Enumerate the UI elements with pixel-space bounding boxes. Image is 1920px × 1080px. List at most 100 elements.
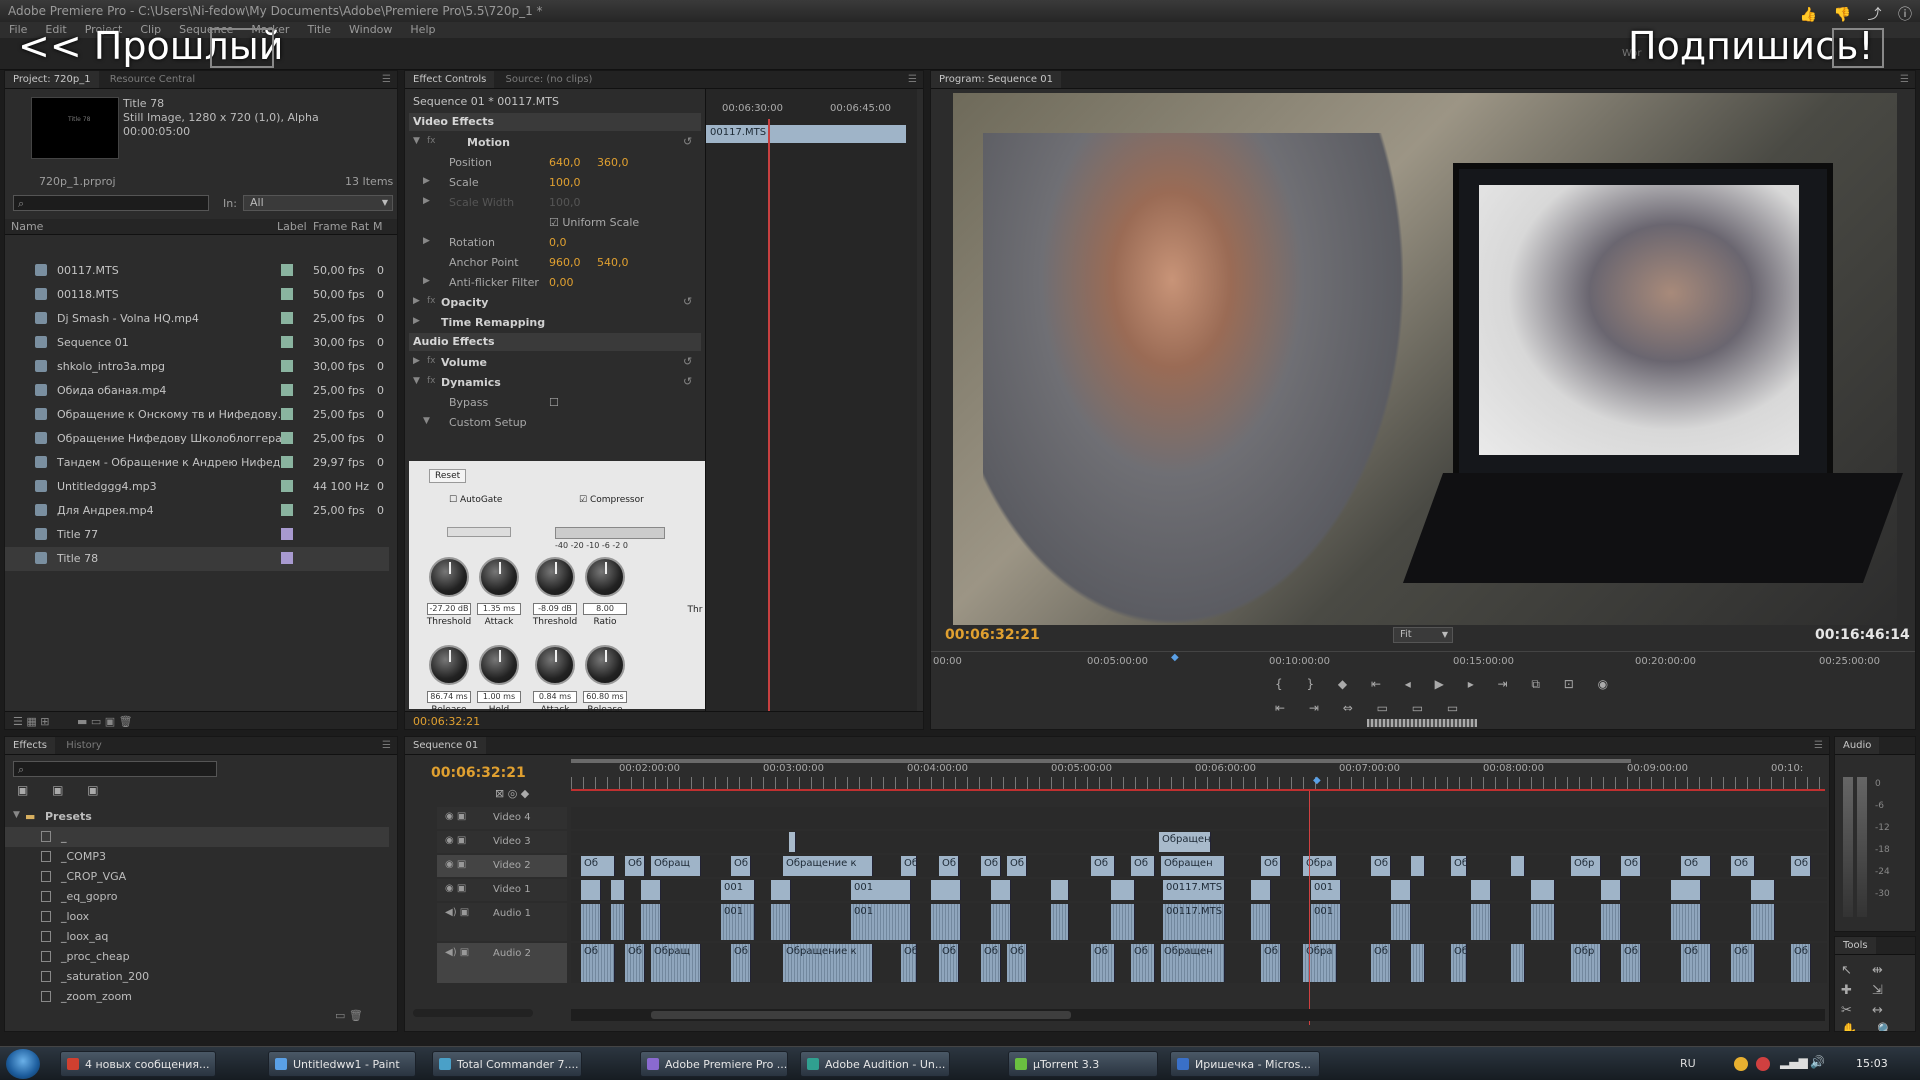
speaker-icon[interactable]: ◀) ▣ <box>445 907 469 918</box>
new-bin-icon[interactable]: ▬ ▭ ▣ 🗑 <box>77 715 133 728</box>
zoom-fit-select[interactable]: Fit ▼ <box>1393 627 1453 643</box>
timeline-clip[interactable]: Об <box>1261 856 1281 876</box>
effects-search-input[interactable]: ⌕ <box>13 761 217 777</box>
timeline-clip[interactable] <box>1471 880 1491 900</box>
panel-menu-icon[interactable]: ☰ <box>382 74 391 85</box>
timeline-clip[interactable] <box>1251 904 1271 940</box>
timeline-clip[interactable]: Об <box>625 944 645 982</box>
tray-icon-1[interactable] <box>1734 1057 1748 1071</box>
timeline-ruler[interactable]: 00:02:00:00 00:03:00:00 00:04:00:00 00:05:0… <box>571 757 1825 791</box>
timeline-clip[interactable]: Об <box>939 944 959 982</box>
dynamics-reset-button[interactable]: Reset <box>429 469 467 483</box>
taskbar-item[interactable]: Adobe Audition - Un... <box>800 1051 950 1077</box>
timeline-clip[interactable]: Об <box>1261 944 1281 982</box>
position-y[interactable]: 360,0 <box>597 156 629 169</box>
dynamics-knob[interactable] <box>535 645 575 685</box>
project-item-row[interactable]: Title 77 <box>5 523 389 547</box>
eye-icon[interactable]: ◉ ▣ <box>445 835 466 846</box>
network-icon[interactable]: ▂▄▆ <box>1780 1055 1808 1069</box>
col-label[interactable]: Label <box>277 220 307 233</box>
timeline-scrollbar[interactable] <box>571 1009 1825 1021</box>
anti-flicker-value[interactable]: 0,00 <box>549 276 574 289</box>
track-area[interactable]: Обращен <box>571 831 1827 853</box>
timeline-clip[interactable]: 001 <box>1311 880 1341 900</box>
dislike-icon[interactable]: 👎 <box>1834 7 1851 23</box>
tab-effect-controls[interactable]: Effect Controls <box>405 71 495 88</box>
project-item-row[interactable]: Обращение Нифедову Школоблоггера 25,00 fp… <box>5 427 389 451</box>
timeline-clip[interactable] <box>1471 904 1491 940</box>
timeline-clip[interactable]: Об <box>1681 856 1711 876</box>
dynamics-knob[interactable] <box>429 557 469 597</box>
dynamics-knob-value[interactable]: -27.20 dB <box>427 603 471 615</box>
timeline-clip[interactable]: 00117.MTS <box>1163 880 1225 900</box>
effect-controls-timeline[interactable]: 00:06:30:00 00:06:45:00 00117.MTS <box>705 89 917 729</box>
effect-preset-item[interactable]: _ <box>5 827 389 847</box>
col-media[interactable]: M <box>373 220 383 233</box>
eye-icon[interactable]: ◉ ▣ <box>445 811 466 822</box>
program-current-timecode[interactable]: 00:06:32:21 <box>945 627 1040 643</box>
track-header[interactable]: ◉ ▣ Video 2 <box>437 855 567 877</box>
timeline-clip[interactable] <box>1411 856 1425 876</box>
track-header[interactable]: ◉ ▣ Video 4 <box>437 807 567 829</box>
reset-icon[interactable]: ↺ <box>683 295 692 308</box>
uniform-scale-checkbox[interactable]: ☑ Uniform Scale <box>549 216 639 229</box>
expand-arrow-icon[interactable]: ▼ <box>413 376 420 386</box>
timeline-clip[interactable]: Об <box>981 944 1001 982</box>
track-header[interactable]: ◉ ▣ Video 1 <box>437 879 567 901</box>
timeline-clip[interactable] <box>641 880 661 900</box>
timeline-clip[interactable]: Об <box>981 856 1001 876</box>
timeline-clip[interactable]: 001 <box>1311 904 1341 940</box>
dynamics-knob[interactable] <box>585 557 625 597</box>
timeline-clip[interactable]: Об <box>625 856 645 876</box>
tab-sequence-01[interactable]: Sequence 01 <box>405 737 487 754</box>
timeline-clip[interactable]: 001 <box>721 880 755 900</box>
effect-preset-item[interactable]: _loox_aq <box>5 927 389 947</box>
anchor-x[interactable]: 960,0 <box>549 256 581 269</box>
timeline-clip[interactable]: Обращ <box>651 944 701 982</box>
col-name[interactable]: Name <box>11 220 43 233</box>
timeline-clip[interactable]: Об <box>1451 856 1467 876</box>
timeline-clip[interactable]: Обр <box>1571 944 1601 982</box>
timeline-clip[interactable] <box>1601 880 1621 900</box>
taskbar-item[interactable]: Adobe Premiere Pro ... <box>640 1051 788 1077</box>
eye-icon[interactable]: ◉ ▣ <box>445 859 466 870</box>
tab-resource-central[interactable]: Resource Central <box>102 71 203 88</box>
timeline-clip[interactable] <box>789 832 796 852</box>
effect-preset-item[interactable]: _saturation_200 <box>5 967 389 987</box>
like-icon[interactable]: 👍 <box>1800 7 1817 23</box>
tab-effects[interactable]: Effects <box>5 737 55 754</box>
timeline-clip[interactable]: Обращен <box>1161 856 1225 876</box>
timeline-clip[interactable] <box>1411 944 1425 982</box>
anchor-y[interactable]: 540,0 <box>597 256 629 269</box>
expand-arrow-icon[interactable]: ▶ <box>423 236 430 246</box>
effects-bottom-icons[interactable]: ▭ 🗑 <box>335 1009 363 1022</box>
fx-icon[interactable]: fx <box>427 376 436 386</box>
position-x[interactable]: 640,0 <box>549 156 581 169</box>
rotation-value[interactable]: 0,0 <box>549 236 567 249</box>
timeline-clip[interactable]: Об <box>1681 944 1711 982</box>
expand-arrow-icon[interactable]: ▶ <box>423 276 430 286</box>
effect-preset-item[interactable]: _CROP_VGA <box>5 867 389 887</box>
timeline-clip[interactable] <box>771 904 791 940</box>
expand-arrow-icon[interactable]: ▶ <box>423 176 430 186</box>
tab-source[interactable]: Source: (no clips) <box>498 71 601 88</box>
col-frame-rate[interactable]: Frame Rat <box>313 220 369 233</box>
timeline-clip[interactable]: Об <box>581 944 615 982</box>
accelerated-effects-icons[interactable]: ▣ ▣ ▣ <box>17 783 109 797</box>
timeline-clip[interactable]: Об <box>581 856 615 876</box>
timeline-clip[interactable] <box>771 880 791 900</box>
project-item-row[interactable]: shkolo_intro3a.mpg 30,00 fps 0 <box>5 355 389 379</box>
panel-menu-icon[interactable]: ☰ <box>1814 740 1823 751</box>
expand-arrow-icon[interactable]: ▼ <box>423 416 430 426</box>
dynamics-knob-value[interactable]: 1.00 ms <box>477 691 521 703</box>
dynamics-knob[interactable] <box>585 645 625 685</box>
track-area[interactable]: Об Об Обращ Об Обращение к Об Об Об Об Об Об Обраще… <box>571 943 1827 983</box>
timeline-clip[interactable] <box>1751 880 1775 900</box>
track-header[interactable]: ◉ ▣ Video 3 <box>437 831 567 853</box>
effect-preset-item[interactable]: _eq_gopro <box>5 887 389 907</box>
timeline-clip[interactable]: Об <box>1007 856 1027 876</box>
timeline-clip[interactable] <box>611 904 625 940</box>
scale-value[interactable]: 100,0 <box>549 176 581 189</box>
project-item-row[interactable]: Dj Smash - Volna HQ.mp4 25,00 fps 0 <box>5 307 389 331</box>
timeline-clip[interactable]: Об <box>1731 944 1755 982</box>
